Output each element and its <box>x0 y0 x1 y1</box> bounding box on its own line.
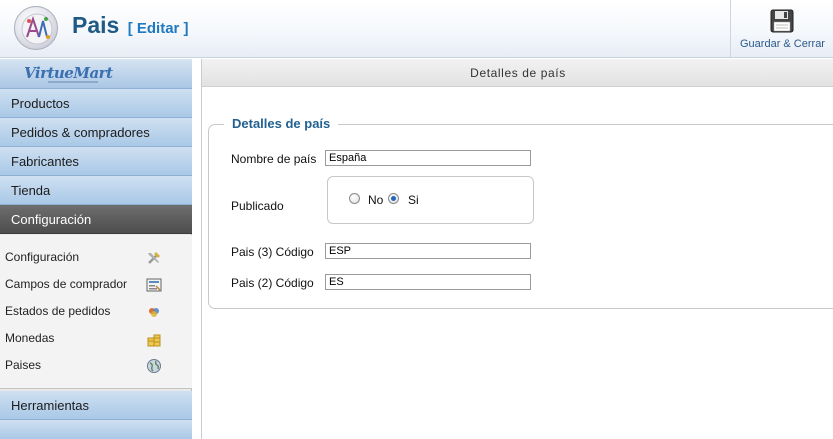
country-code2-label: Pais (2) Código <box>231 276 314 290</box>
country-code3-input[interactable] <box>325 243 531 259</box>
submenu-item-campos-comprador[interactable]: Campos de comprador <box>0 271 192 298</box>
submenu-item-label: Monedas <box>5 331 55 345</box>
published-no-label[interactable]: No <box>368 193 383 207</box>
submenu-item-label: Estados de pedidos <box>5 304 111 318</box>
submenu-item-label: Configuración <box>5 250 80 264</box>
country-name-input[interactable] <box>325 150 531 166</box>
page-subtitle: [ Editar ] <box>127 20 189 37</box>
sidebar-item-pedidos-compradores[interactable]: Pedidos & compradores <box>0 118 192 147</box>
submenu-item-label: Campos de comprador <box>5 277 128 291</box>
submenu-item-configuracion[interactable]: Configuración <box>0 244 192 271</box>
country-code2-input[interactable] <box>325 274 531 290</box>
sidebar-item-configuracion[interactable]: Configuración <box>0 205 192 234</box>
main-content: Detalles de país Detalles de país Nombre… <box>201 59 833 439</box>
sidebar-item-tienda[interactable]: Tienda <box>0 176 192 205</box>
sidebar-bottom-bar <box>0 420 192 439</box>
virtuemart-logo[interactable]: VirtueMart <box>0 59 192 89</box>
submenu-item-label: Paises <box>5 358 42 372</box>
country-name-label: Nombre de país <box>231 152 317 166</box>
joomla-virtuemart-logo-icon <box>14 6 58 50</box>
floppy-disk-icon <box>770 9 794 33</box>
page-title: Pais [ Editar ] <box>72 12 189 39</box>
toolbar-header: Pais [ Editar ] Guardar & Cerrar <box>0 0 833 58</box>
sidebar-item-productos[interactable]: Productos <box>0 89 192 118</box>
save-and-close-label: Guardar & Cerrar <box>740 38 825 50</box>
country-code3-label: Pais (3) Código <box>231 245 314 259</box>
sidebar-item-fabricantes[interactable]: Fabricantes <box>0 147 192 176</box>
globe-icon <box>146 357 162 373</box>
order-status-icon <box>146 303 162 319</box>
submenu-item-paises[interactable]: Paises <box>0 352 192 379</box>
coins-icon <box>146 330 162 347</box>
submenu-item-estados-pedidos[interactable]: Estados de pedidos <box>0 298 192 325</box>
published-si-label[interactable]: Si <box>408 193 419 207</box>
page-title-text: Pais <box>72 12 120 38</box>
configuracion-submenu: Configuración Campos de comprador Estado… <box>0 235 192 389</box>
tools-icon <box>146 249 162 265</box>
published-no-radio[interactable] <box>349 193 360 204</box>
save-and-close-button[interactable]: Guardar & Cerrar <box>730 0 833 57</box>
sidebar-item-herramientas[interactable]: Herramientas <box>0 391 192 420</box>
virtuemart-brand-text: VirtueMart <box>24 64 113 82</box>
sidebar: VirtueMart Productos Pedidos & comprador… <box>0 59 192 439</box>
section-header: Detalles de país <box>202 59 833 87</box>
fieldset-legend: Detalles de país <box>224 116 339 131</box>
published-si-radio[interactable] <box>388 193 399 204</box>
published-label: Publicado <box>231 199 284 213</box>
virtuemart-tagline-bar <box>48 81 98 83</box>
submenu-item-monedas[interactable]: Monedas <box>0 325 192 352</box>
form-fields-icon <box>146 276 162 292</box>
